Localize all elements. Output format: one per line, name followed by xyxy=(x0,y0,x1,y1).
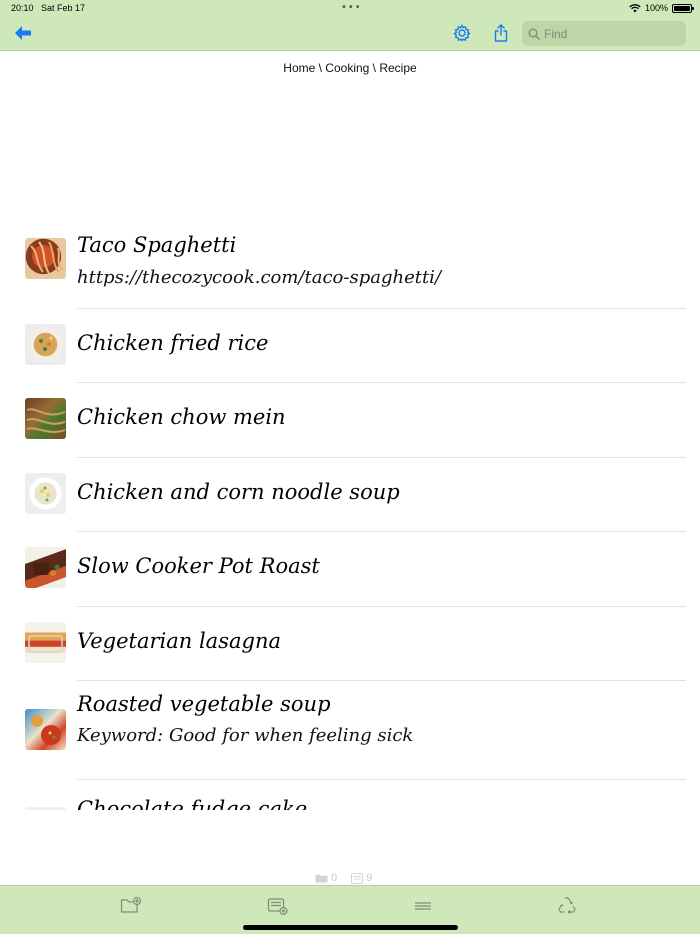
menu-lines-icon[interactable] xyxy=(412,896,434,916)
battery-percent: 100% xyxy=(644,3,668,13)
multitasking-dots-icon[interactable]: ••• xyxy=(341,2,362,13)
back-arrow-icon[interactable] xyxy=(13,24,33,42)
recycle-icon[interactable] xyxy=(556,896,578,916)
battery-icon xyxy=(672,3,694,13)
recipe-title: Vegetarian lasagna xyxy=(77,629,281,653)
bottom-toolbar xyxy=(0,885,700,934)
gear-icon[interactable] xyxy=(452,23,472,43)
spaghetti-image xyxy=(30,241,64,277)
item-count: 9 xyxy=(351,872,372,884)
home-indicator[interactable] xyxy=(243,925,458,930)
recipe-thumbnail xyxy=(25,547,66,588)
top-bar: 20:10 Sat Feb 17 ••• 100% xyxy=(0,0,700,51)
recipe-title: Chocolate fudge cake xyxy=(77,797,308,810)
list-item[interactable]: Roasted vegetable soup Keyword: Good for… xyxy=(0,680,700,780)
recipe-thumbnail xyxy=(25,473,66,514)
recipe-thumbnail xyxy=(25,807,66,810)
recipe-thumbnail xyxy=(25,398,66,439)
noodle-soup-image xyxy=(40,486,50,502)
list-item[interactable]: Chocolate fudge cake xyxy=(0,779,700,810)
share-icon[interactable] xyxy=(491,23,511,43)
search-icon xyxy=(528,28,540,40)
recipe-title: Roasted vegetable soup xyxy=(77,692,331,716)
folder-icon xyxy=(315,874,328,883)
folder-count: 0 xyxy=(315,872,337,884)
lasagna-image xyxy=(28,635,63,653)
search-input[interactable] xyxy=(544,26,674,41)
list-item[interactable]: Taco Spaghetti https://thecozycook.com/t… xyxy=(0,220,700,309)
status-time: 20:10 xyxy=(11,3,34,13)
wifi-icon xyxy=(629,3,641,12)
recipe-list[interactable]: Taco Spaghetti https://thecozycook.com/t… xyxy=(0,220,700,810)
list-item[interactable]: Chicken chow mein xyxy=(0,382,700,458)
new-folder-icon[interactable] xyxy=(120,896,142,916)
item-counts: 0 9 xyxy=(315,872,372,884)
folder-count-value: 0 xyxy=(331,872,338,884)
search-field[interactable] xyxy=(522,21,686,46)
list-item[interactable]: Vegetarian lasagna xyxy=(0,606,700,681)
recipe-thumbnail xyxy=(25,238,66,279)
item-count-value: 9 xyxy=(366,872,373,884)
list-item[interactable]: Chicken and corn noodle soup xyxy=(0,457,700,532)
new-card-icon[interactable] xyxy=(267,896,289,916)
chow-mein-image xyxy=(26,408,66,433)
pot-roast-image xyxy=(33,563,60,576)
recipe-title: Chicken chow mein xyxy=(77,405,286,429)
recipe-thumbnail xyxy=(25,324,66,365)
recipe-subtitle: Keyword: Good for when feeling sick xyxy=(77,725,414,746)
breadcrumb[interactable]: Home \ Cooking \ Recipe xyxy=(0,61,700,75)
recipe-subtitle[interactable]: https://thecozycook.com/taco-spaghetti/ xyxy=(77,267,441,288)
recipe-thumbnail xyxy=(25,622,66,663)
status-date: Sat Feb 17 xyxy=(41,3,86,13)
fried-rice-image xyxy=(39,336,53,351)
recipe-thumbnail xyxy=(25,709,66,750)
list-item[interactable]: Chicken fried rice xyxy=(0,308,700,383)
recipe-title: Slow Cooker Pot Roast xyxy=(77,554,320,578)
vegetable-soup-image xyxy=(31,715,61,745)
list-item[interactable]: Slow Cooker Pot Roast xyxy=(0,531,700,607)
recipe-title: Chicken fried rice xyxy=(77,331,269,355)
recipe-title: Chicken and corn noodle soup xyxy=(77,480,400,504)
recipe-title: Taco Spaghetti xyxy=(77,233,237,257)
status-right: 100% xyxy=(629,3,694,13)
card-icon xyxy=(351,872,364,884)
